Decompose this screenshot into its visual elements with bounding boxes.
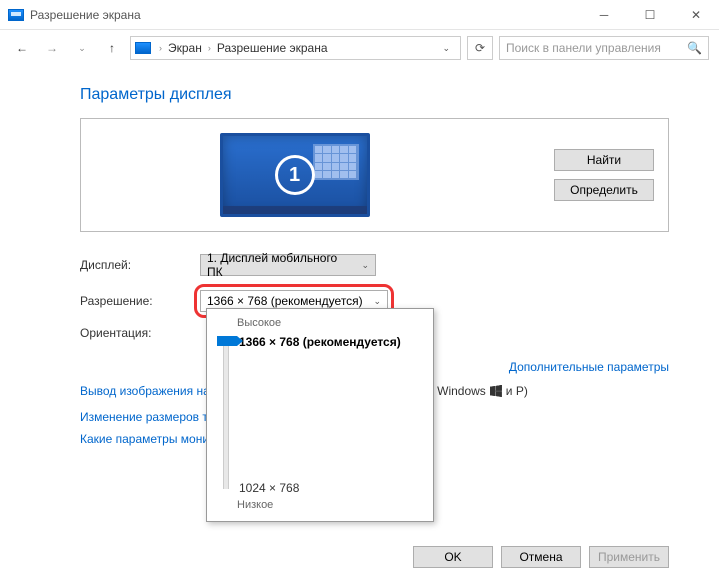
window-title: Разрешение экрана — [30, 8, 141, 22]
hint-text: и P) — [506, 384, 528, 398]
monitor-number: 1 — [275, 155, 315, 195]
page-title: Параметры дисплея — [80, 86, 669, 104]
app-icon — [8, 9, 24, 21]
cancel-button[interactable]: Отмена — [501, 546, 581, 568]
navigation-bar: ← → ⌄ ↑ › Экран › Разрешение экрана ⌄ ⟳ … — [0, 30, 719, 66]
display-value: 1. Дисплей мобильного ПК — [207, 251, 353, 279]
maximize-button[interactable]: ☐ — [627, 0, 673, 30]
apply-button[interactable]: Применить — [589, 546, 669, 568]
search-placeholder: Поиск в панели управления — [506, 41, 687, 55]
refresh-button[interactable]: ⟳ — [467, 36, 493, 60]
detect-button[interactable]: Определить — [554, 179, 654, 201]
up-button[interactable]: ↑ — [100, 36, 124, 60]
resolution-value: 1366 × 768 (рекомендуется) — [207, 294, 363, 308]
find-button[interactable]: Найти — [554, 149, 654, 171]
monitor-thumbnail[interactable]: 1 — [220, 133, 370, 217]
slider-low-label: Низкое — [237, 499, 423, 511]
ok-button[interactable]: OK — [413, 546, 493, 568]
breadcrumb[interactable]: › Экран › Разрешение экрана ⌄ — [130, 36, 461, 60]
orientation-label: Ориентация: — [80, 326, 200, 340]
resolution-label: Разрешение: — [80, 294, 200, 308]
display-preview-frame: 1 Найти Определить — [80, 118, 669, 232]
recent-dropdown[interactable]: ⌄ — [70, 36, 94, 60]
search-input[interactable]: Поиск в панели управления 🔍 — [499, 36, 709, 60]
resolution-option-max[interactable]: 1366 × 768 (рекомендуется) — [239, 335, 401, 349]
display-select[interactable]: 1. Дисплей мобильного ПК ⌄ — [200, 254, 376, 276]
forward-button[interactable]: → — [40, 36, 64, 60]
chevron-right-icon: › — [206, 43, 213, 53]
location-icon — [135, 42, 151, 54]
search-icon: 🔍 — [687, 41, 702, 55]
resolution-option-min[interactable]: 1024 × 768 — [239, 481, 401, 495]
breadcrumb-item[interactable]: Экран — [164, 41, 206, 55]
chevron-right-icon: › — [157, 43, 164, 53]
breadcrumb-item[interactable]: Разрешение экрана — [213, 41, 332, 55]
display-label: Дисплей: — [80, 258, 200, 272]
breadcrumb-dropdown[interactable]: ⌄ — [436, 43, 456, 54]
resolution-dropdown-popup: Высокое 1366 × 768 (рекомендуется) 1024 … — [206, 308, 434, 522]
slider-thumb[interactable] — [217, 336, 237, 346]
slider-high-label: Высокое — [237, 317, 423, 329]
projection-link[interactable]: Вывод изображения на — [80, 384, 210, 398]
back-button[interactable]: ← — [10, 36, 34, 60]
windows-logo-icon — [490, 385, 502, 397]
chevron-down-icon: ⌄ — [373, 296, 381, 307]
minimize-button[interactable]: ─ — [581, 0, 627, 30]
window-titlebar: Разрешение экрана ─ ☐ ✕ — [0, 0, 719, 30]
display-row: Дисплей: 1. Дисплей мобильного ПК ⌄ — [80, 254, 669, 276]
resolution-slider[interactable] — [223, 339, 229, 489]
close-button[interactable]: ✕ — [673, 0, 719, 30]
chevron-down-icon: ⌄ — [361, 260, 369, 271]
dialog-footer: OK Отмена Применить — [413, 546, 669, 568]
